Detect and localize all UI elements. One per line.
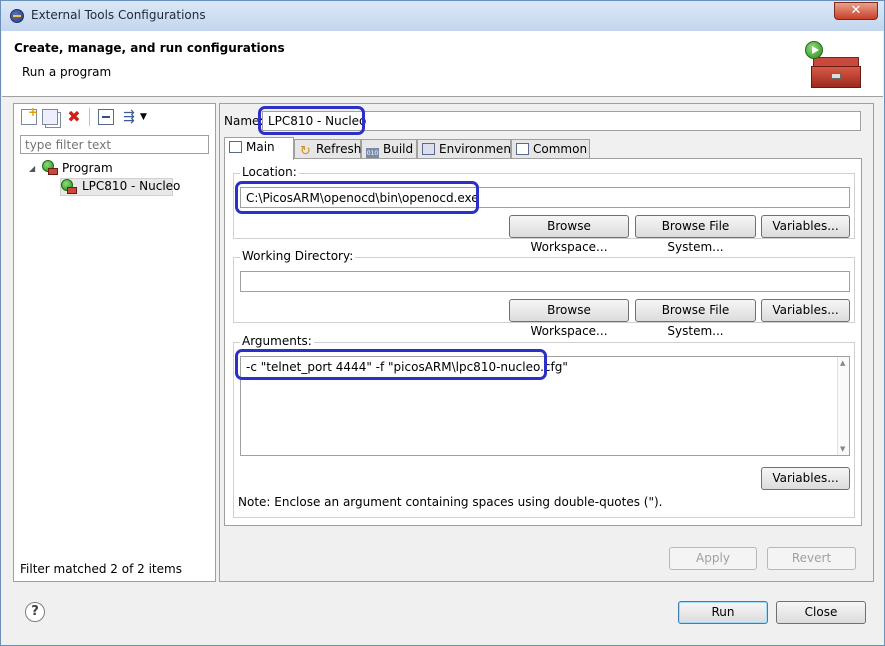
- working-dir-browse-file-system-button[interactable]: Browse File System...: [635, 299, 756, 338]
- tree-expand-icon[interactable]: ◢: [29, 164, 35, 173]
- arguments-group: Arguments: -c "telnet_port 4444" -f "pic…: [233, 334, 855, 518]
- working-directory-field[interactable]: [240, 271, 850, 292]
- window-close-button[interactable]: ✕: [834, 2, 878, 20]
- help-icon[interactable]: ?: [25, 602, 45, 622]
- collapse-all-icon[interactable]: [98, 109, 114, 125]
- launch-configuration-icon: [61, 179, 77, 195]
- configuration-editor-panel: Name: Main ↻Refresh 010Build Environment…: [219, 103, 874, 582]
- program-icon: [42, 160, 58, 176]
- tab-main[interactable]: Main: [224, 137, 294, 160]
- working-directory-group: Working Directory: Browse Workspace... B…: [233, 249, 855, 338]
- external-tools-banner-icon: [805, 41, 861, 88]
- tree-item-program[interactable]: Program: [62, 161, 113, 175]
- location-variables-button[interactable]: Variables...: [761, 215, 850, 238]
- close-button[interactable]: Close: [776, 601, 866, 624]
- location-browse-file-system-button[interactable]: Browse File System...: [635, 215, 756, 254]
- environment-icon: [422, 143, 435, 155]
- refresh-icon: ↻: [300, 144, 311, 159]
- arguments-textarea[interactable]: -c "telnet_port 4444" -f "picosARM\lpc81…: [240, 356, 850, 456]
- main-tab-icon: [229, 141, 242, 153]
- arguments-scrollbar[interactable]: ▲ ▼: [837, 357, 849, 455]
- duplicate-icon[interactable]: [42, 109, 58, 125]
- delete-icon[interactable]: ✖: [66, 109, 82, 125]
- working-dir-variables-button[interactable]: Variables...: [761, 299, 850, 322]
- arguments-text: -c "telnet_port 4444" -f "picosARM\lpc81…: [246, 360, 568, 374]
- filter-status: Filter matched 2 of 2 items: [20, 562, 182, 576]
- main-tab-content: Location: Browse Workspace... Browse Fil…: [224, 158, 862, 526]
- title-bar[interactable]: External Tools Configurations ✕: [1, 1, 884, 31]
- name-field[interactable]: [262, 111, 861, 131]
- dialog-header: Create, manage, and run configurations R…: [2, 31, 883, 97]
- header-subtitle: Run a program: [22, 65, 112, 79]
- filter-input[interactable]: [20, 135, 209, 154]
- arguments-label: Arguments:: [240, 334, 314, 348]
- tab-build[interactable]: 010 Build: [361, 139, 417, 160]
- apply-button[interactable]: Apply: [669, 547, 757, 570]
- tab-environment[interactable]: Environment: [417, 139, 516, 159]
- toolbar-separator: [89, 108, 90, 126]
- location-field[interactable]: [240, 187, 850, 208]
- header-title: Create, manage, and run configurations: [14, 41, 285, 55]
- window-title: External Tools Configurations: [31, 8, 206, 22]
- dropdown-arrow-icon[interactable]: ▼: [140, 109, 156, 125]
- tree-item-lpc810-nucleo[interactable]: LPC810 - Nucleo: [82, 179, 180, 193]
- new-configuration-icon[interactable]: [21, 105, 38, 125]
- dialog-window: External Tools Configurations ✕ Create, …: [0, 0, 885, 646]
- revert-button[interactable]: Revert: [767, 547, 856, 570]
- tab-common[interactable]: Common: [511, 139, 590, 159]
- location-group: Location: Browse Workspace... Browse Fil…: [233, 165, 855, 254]
- common-icon: [516, 143, 529, 155]
- name-label: Name:: [224, 114, 264, 128]
- working-dir-browse-workspace-button[interactable]: Browse Workspace...: [509, 299, 629, 338]
- arguments-variables-button[interactable]: Variables...: [761, 467, 850, 490]
- working-directory-label: Working Directory:: [240, 249, 356, 263]
- tab-refresh[interactable]: ↻ Refresh: [294, 139, 361, 159]
- run-button[interactable]: Run: [678, 601, 768, 624]
- filter-icon[interactable]: ⇶: [121, 109, 137, 125]
- configuration-list-panel: ✖ ⇶ ▼ ◢ Program LPC810 - Nucleo Filter m…: [13, 103, 216, 582]
- eclipse-icon: [10, 9, 24, 23]
- location-browse-workspace-button[interactable]: Browse Workspace...: [509, 215, 629, 254]
- location-label: Location:: [240, 165, 299, 179]
- arguments-note: Note: Enclose an argument containing spa…: [238, 495, 663, 509]
- left-toolbar: ✖ ⇶ ▼: [14, 104, 215, 130]
